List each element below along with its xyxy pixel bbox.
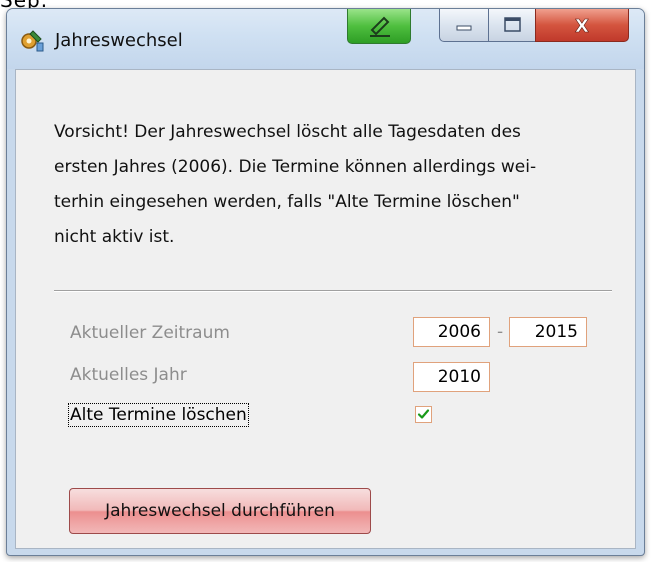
minimize-icon (440, 25, 488, 45)
svg-text:X: X (575, 16, 589, 37)
current-year-label: Aktuelles Jahr (70, 365, 187, 385)
edit-icon (348, 16, 410, 47)
dialog-window: Jahreswechsel X (6, 8, 645, 556)
minimize-button[interactable] (439, 9, 489, 42)
perform-year-change-button[interactable]: Jahreswechsel durchführen (69, 488, 371, 534)
window-title: Jahreswechsel (55, 30, 183, 51)
period-to-field[interactable]: 2015 (509, 317, 587, 347)
delete-old-checkbox[interactable] (415, 406, 432, 423)
button-label: ahreswechsel durchführen (110, 501, 335, 521)
title-bar[interactable]: Jahreswechsel X (7, 9, 644, 69)
maximize-button[interactable] (488, 9, 537, 42)
close-button[interactable]: X (535, 9, 629, 42)
gear-tools-icon (19, 27, 45, 53)
delete-old-label[interactable]: Alte Termine löschen (68, 403, 249, 427)
current-year-field[interactable]: 2010 (413, 362, 490, 392)
maximize-icon (489, 17, 536, 45)
message-line: ersten Jahres (2006). Die Termine können… (54, 157, 537, 177)
close-icon: X (536, 16, 628, 45)
message-line: terhin eingesehen werden, falls "Alte Te… (54, 192, 520, 212)
warning-message: Vorsicht! Der Jahreswechsel löscht alle … (54, 115, 624, 255)
message-line: Vorsicht! Der Jahreswechsel löscht alle … (54, 122, 521, 142)
period-separator: - (497, 322, 504, 342)
edit-title-button[interactable] (347, 9, 411, 44)
period-from-field[interactable]: 2006 (413, 317, 490, 347)
message-line: nicht aktiv ist. (54, 227, 175, 247)
separator-line (54, 290, 612, 292)
current-period-label: Aktueller Zeitraum (70, 323, 230, 343)
